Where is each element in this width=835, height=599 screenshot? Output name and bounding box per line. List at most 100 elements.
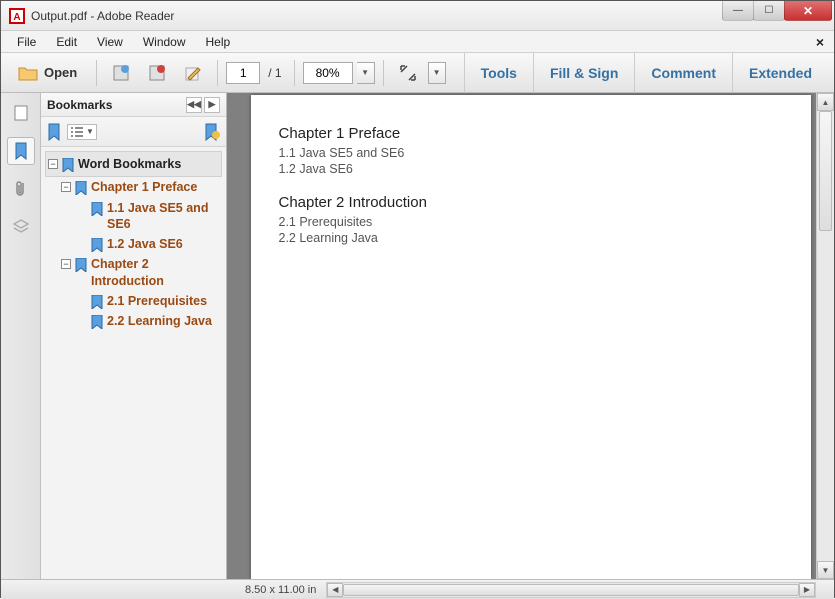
bookmark-icon[interactable] (47, 123, 61, 141)
app-icon: A (9, 8, 25, 24)
new-bookmark-icon[interactable] (204, 123, 220, 141)
text-line: 1.1 Java SE5 and SE6 (279, 146, 783, 160)
bookmark-icon (91, 315, 103, 329)
tree-label: 1.2 Java SE6 (107, 236, 183, 252)
tree-root-label: Word Bookmarks (78, 156, 181, 172)
document-area: Chapter 1 Preface 1.1 Java SE5 and SE6 1… (227, 93, 834, 579)
page-total: / 1 (264, 66, 285, 80)
tree-label: 2.2 Learning Java (107, 313, 212, 329)
tree-label: Chapter 2 Introduction (91, 256, 222, 289)
bookmarks-tab[interactable] (7, 137, 35, 165)
nav-strip (1, 93, 41, 579)
heading-ch2: Chapter 2 Introduction (279, 194, 783, 211)
horizontal-scrollbar[interactable]: ◀ ▶ (326, 582, 816, 598)
bookmark-icon (62, 158, 74, 172)
scroll-up-icon[interactable]: ▲ (817, 93, 834, 111)
zoom-value[interactable]: 80% (303, 62, 353, 84)
pdf-page: Chapter 1 Preface 1.1 Java SE5 and SE6 1… (251, 95, 811, 579)
separator (294, 60, 295, 86)
separator (217, 60, 218, 86)
sign-button[interactable] (177, 59, 209, 87)
panel-close-button[interactable]: ▶ (204, 97, 220, 113)
panel-title: Bookmarks (47, 98, 112, 112)
bookmark-tree: − Word Bookmarks − Chapter 1 Preface 1.1… (41, 147, 226, 579)
menu-edit[interactable]: Edit (46, 33, 87, 51)
tools-panel-button[interactable]: Tools (464, 53, 533, 93)
open-label: Open (44, 65, 77, 80)
document-scroll[interactable]: Chapter 1 Preface 1.1 Java SE5 and SE6 1… (227, 93, 834, 579)
toolbar: Open / 1 80% ▼ ▼ Tools Fill & Sign Comme… (1, 53, 834, 93)
scroll-thumb[interactable] (343, 584, 799, 596)
text-line: 1.2 Java SE6 (279, 162, 783, 176)
tree-root[interactable]: − Word Bookmarks (48, 154, 219, 174)
options-dropdown[interactable]: ▼ (67, 124, 97, 140)
text-line: 2.2 Learning Java (279, 231, 783, 245)
bookmarks-panel: Bookmarks ◀◀ ▶ ▼ − Word Bookmarks (41, 93, 227, 579)
comment-panel-button[interactable]: Comment (634, 53, 732, 93)
tree-label: 2.1 Prerequisites (107, 293, 207, 309)
bookmark-icon (75, 258, 87, 272)
collapse-icon[interactable]: − (61, 259, 71, 269)
close-button[interactable]: ✕ (784, 1, 832, 21)
pdf-icon (148, 64, 166, 82)
open-button[interactable]: Open (7, 59, 88, 87)
collapse-icon[interactable]: − (61, 182, 71, 192)
extended-panel-button[interactable]: Extended (732, 53, 828, 93)
layers-icon (12, 218, 30, 236)
scroll-right-icon[interactable]: ▶ (799, 583, 815, 597)
tree-item-1-2[interactable]: 1.2 Java SE6 (77, 234, 222, 254)
list-icon (70, 126, 84, 138)
fit-icon (399, 64, 417, 82)
text-line: 2.1 Prerequisites (279, 215, 783, 229)
menu-view[interactable]: View (87, 33, 133, 51)
menu-window[interactable]: Window (133, 33, 196, 51)
scroll-left-icon[interactable]: ◀ (327, 583, 343, 597)
tree-chapter2[interactable]: − Chapter 2 Introduction (61, 254, 222, 291)
menu-help[interactable]: Help (196, 33, 241, 51)
bookmark-icon (91, 238, 103, 252)
tree-item-1-1[interactable]: 1.1 Java SE5 and SE6 (77, 198, 222, 235)
pencil-icon (184, 64, 202, 82)
tree-label: Chapter 1 Preface (91, 179, 197, 195)
menu-file[interactable]: File (7, 33, 46, 51)
collapse-icon[interactable]: − (48, 159, 58, 169)
titlebar: A Output.pdf - Adobe Reader — ☐ ✕ (1, 1, 834, 31)
doc-close-icon[interactable]: × (812, 34, 828, 50)
zoom-dropdown[interactable]: ▼ (357, 62, 375, 84)
panel-collapse-button[interactable]: ◀◀ (186, 97, 202, 113)
page-icon (12, 104, 30, 122)
bookmark-icon (91, 202, 103, 216)
attachments-tab[interactable] (7, 175, 35, 203)
fill-sign-panel-button[interactable]: Fill & Sign (533, 53, 634, 93)
maximize-button[interactable]: ☐ (753, 1, 785, 21)
menubar: File Edit View Window Help × (1, 31, 834, 53)
paperclip-icon (13, 180, 29, 198)
page-dimensions: 8.50 x 11.00 in (1, 584, 326, 596)
save-button[interactable] (105, 59, 137, 87)
bookmark-icon (75, 181, 87, 195)
main-area: Bookmarks ◀◀ ▶ ▼ − Word Bookmarks (1, 93, 834, 579)
heading-ch1: Chapter 1 Preface (279, 125, 783, 142)
layers-tab[interactable] (7, 213, 35, 241)
status-bar: 8.50 x 11.00 in ◀ ▶ (1, 579, 834, 599)
minimize-button[interactable]: — (722, 1, 754, 21)
save-icon (112, 64, 130, 82)
folder-icon (18, 65, 38, 81)
scroll-down-icon[interactable]: ▼ (817, 561, 834, 579)
window-title: Output.pdf - Adobe Reader (31, 9, 834, 23)
page-number-input[interactable] (226, 62, 260, 84)
vertical-scrollbar[interactable]: ▲ ▼ (816, 93, 834, 579)
bookmark-icon (91, 295, 103, 309)
tree-item-2-2[interactable]: 2.2 Learning Java (77, 311, 222, 331)
tree-chapter1[interactable]: − Chapter 1 Preface (61, 177, 222, 197)
fit-button[interactable] (392, 59, 424, 87)
panel-header: Bookmarks ◀◀ ▶ (41, 93, 226, 117)
scroll-thumb[interactable] (819, 111, 832, 231)
convert-button[interactable] (141, 59, 173, 87)
svg-text:A: A (13, 12, 20, 23)
thumbnails-tab[interactable] (7, 99, 35, 127)
fit-dropdown[interactable]: ▼ (428, 62, 446, 84)
panel-tools: ▼ (41, 117, 226, 147)
tree-item-2-1[interactable]: 2.1 Prerequisites (77, 291, 222, 311)
separator (96, 60, 97, 86)
